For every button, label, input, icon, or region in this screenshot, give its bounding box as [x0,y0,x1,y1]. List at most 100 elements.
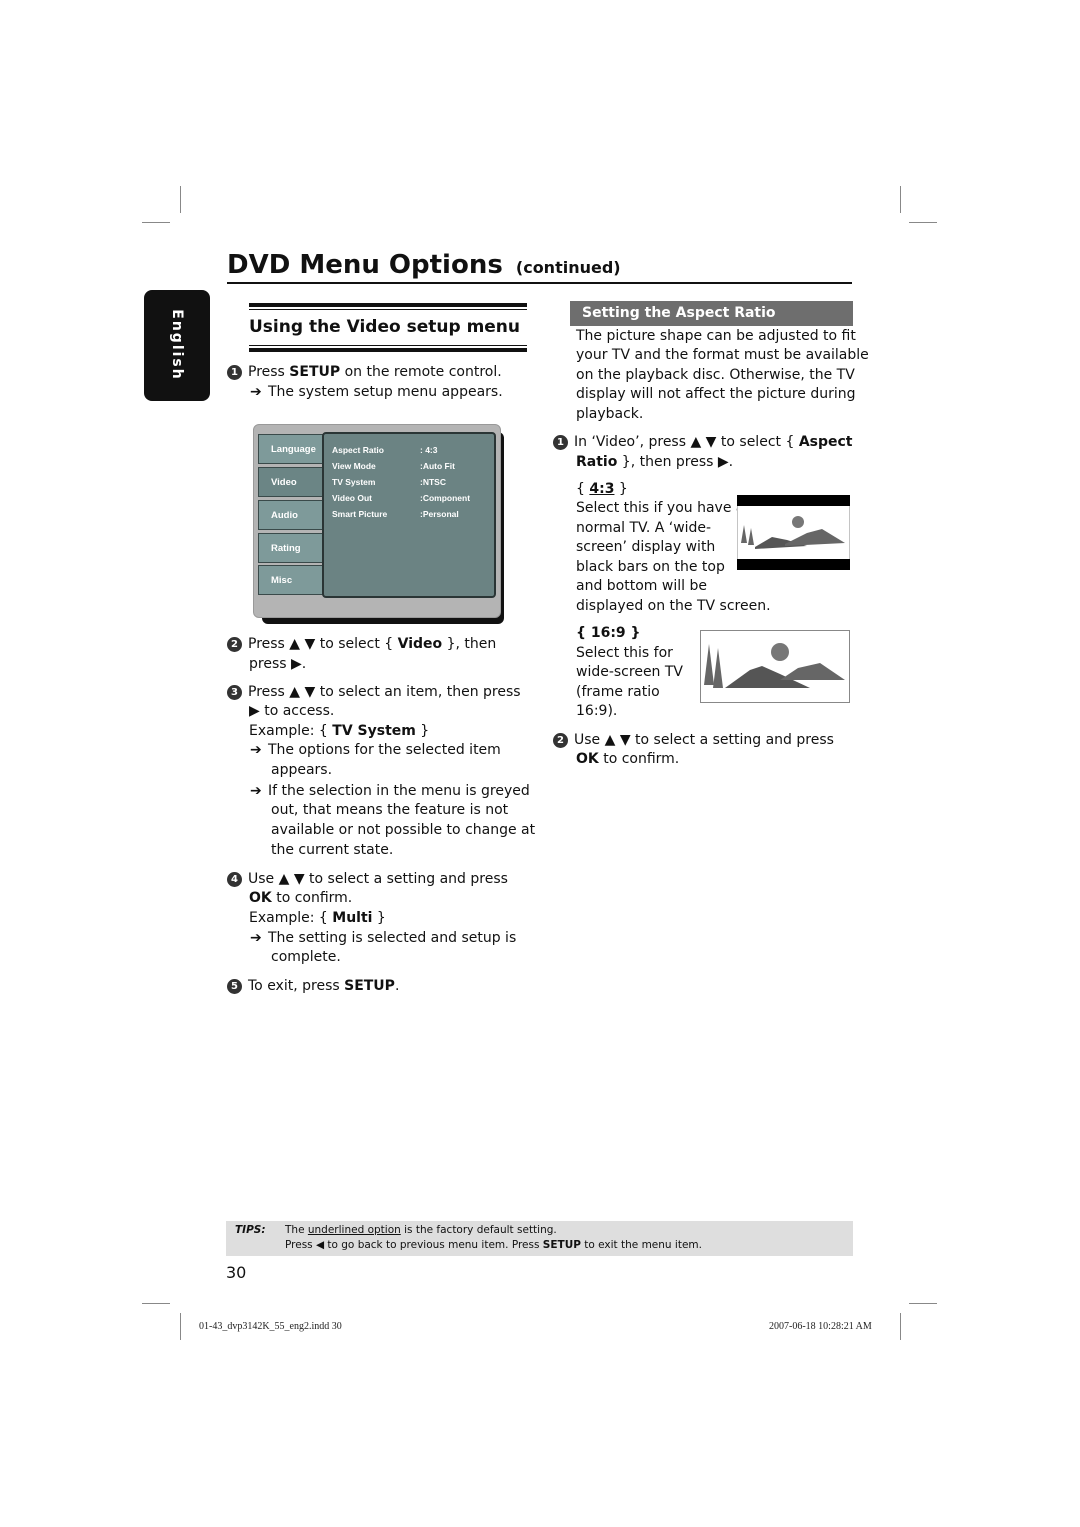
text: . [394,978,400,994]
step-number-icon: 2 [553,733,568,748]
menu-row-value: :Component [420,493,471,503]
text: Video [397,636,443,652]
text: and bottom will be [576,578,707,594]
text: Example: { [249,910,333,926]
left-step-4: 4 Use ▲ ▼ to select a setting and press [227,870,508,890]
left-step-2: 2 Press ▲ ▼ to select { Video }, then [227,635,496,655]
crop-mark [142,222,170,223]
text: to confirm. [271,890,353,906]
intro-line: on the playback disc. Otherwise, the TV [576,367,855,383]
tips-box: TIPS: The underlined option is the facto… [226,1221,853,1256]
step-number-icon: 5 [227,979,242,994]
result-line: ➔ The setting is selected and setup is [250,929,516,949]
menu-row: View Mode:Auto Fit [332,458,492,474]
menu-row: Aspect Ratio : 4:3 [332,442,492,458]
tips-line-1: The underlined option is the factory def… [285,1223,557,1238]
left-step-1: 1 Press SETUP on the remote control. [227,363,502,383]
menu-row-label: Smart Picture [332,509,388,519]
left-step-3: 3 Press ▲ ▼ to select an item, then press [227,683,521,703]
heading-rule [249,348,527,352]
widescreen-landscape-icon [700,630,850,703]
example-line: Example: { TV System } [249,722,429,742]
text: }, then [442,636,497,652]
text: TV System [332,723,416,739]
intro-line: The picture shape can be adjusted to fit [576,328,856,344]
text: 16:9). [576,703,618,719]
tips-line-2: Press ◀ to go back to previous menu item… [285,1238,702,1253]
crop-mark [180,186,181,213]
text: The system setup menu appears. [268,384,503,400]
menu-row-value: : 4:3 [420,445,438,455]
text: on the remote control. [340,364,502,380]
page-number: 30 [226,1263,247,1282]
menu-row-label: Video Out [332,493,372,503]
result-arrow-icon: ➔ [250,930,262,946]
text: Example: { [249,723,333,739]
text: Press ▲ ▼ to select an item, then press [248,684,521,700]
text: The [285,1224,308,1236]
tips-label: TIPS: [235,1224,266,1236]
text: Aspect [798,434,853,450]
text: The options for the selected item [268,742,501,758]
menu-row-label: Aspect Ratio [332,445,384,455]
menu-tab-audio: Audio [258,500,324,530]
crop-mark [900,1313,901,1340]
crop-mark [909,222,937,223]
crop-mark [142,1303,170,1304]
menu-row: Video Out :Component [332,490,492,506]
text: press ▶. [249,656,307,672]
text: screen’ display with [576,539,716,555]
text: is the factory default setting. [400,1224,557,1236]
text: 16:9 [590,625,626,641]
menu-row-label: View Mode [332,461,376,471]
letterbox-landscape-icon [737,495,850,570]
menu-tab-rating: Rating [258,533,324,563]
text: out, that means the feature is not [271,802,509,818]
result-line: ➔ The options for the selected item [250,741,501,761]
step-number-icon: 1 [227,365,242,380]
menu-row: TV System:NTSC [332,474,492,490]
ok-key-label: OK [576,751,599,767]
page-title-suffix: (continued) [515,258,621,277]
text: to exit the menu item. [580,1239,702,1251]
menu-tab-video: Video [258,467,324,497]
menu-tab-language: Language [258,434,324,464]
option-43-label: { 4:3 } [576,481,628,497]
right-step-2: 2 Use ▲ ▼ to select a setting and press [553,731,834,751]
text: appears. [271,762,333,778]
text: Use ▲ ▼ to select a setting and press [574,732,834,748]
heading-rule [249,303,527,307]
text: To exit, press [248,978,345,994]
crop-mark [180,1313,181,1340]
text: Press ◀ to go back to previous menu item… [285,1239,543,1251]
text-line: Ratio }, then press ▶. [576,453,733,473]
intro-line: playback. [576,406,644,422]
step-number-icon: 3 [227,685,242,700]
result-line: ➔ If the selection in the menu is greyed [250,782,530,802]
text: normal TV. A ‘wide- [576,520,712,536]
text: Ratio [576,454,618,470]
text: SETUP [542,1239,581,1251]
language-tab-label: English [169,309,185,381]
right-step-1: 1 In ‘Video’, press ▲ ▼ to select { Aspec… [553,433,853,453]
section-heading-aspect-ratio: Setting the Aspect Ratio [570,301,853,326]
text: wide-screen TV [576,664,684,680]
text: }, then press ▶. [617,454,734,470]
result-arrow-icon: ➔ [250,384,262,400]
text-line: OK to confirm. [576,750,679,770]
text: In ‘Video’, press ▲ ▼ to select { [574,434,799,450]
text: ▶ to access. [249,703,335,719]
page-title: DVD Menu Options (continued) [227,248,852,284]
step-number-icon: 1 [553,435,568,450]
language-tab: English [144,290,210,401]
menu-row-value: :NTSC [420,477,446,487]
menu-row: Smart Picture:Personal [332,506,492,522]
step-number-icon: 2 [227,637,242,652]
crop-mark [909,1303,937,1304]
result-arrow-icon: ➔ [250,783,262,799]
intro-line: display will not affect the picture duri… [576,386,856,402]
text: underlined option [307,1224,401,1236]
setup-key-label: SETUP [289,364,341,380]
option-169-label: { 16:9 } [576,625,641,641]
text: available or not possible to change at [271,822,536,838]
